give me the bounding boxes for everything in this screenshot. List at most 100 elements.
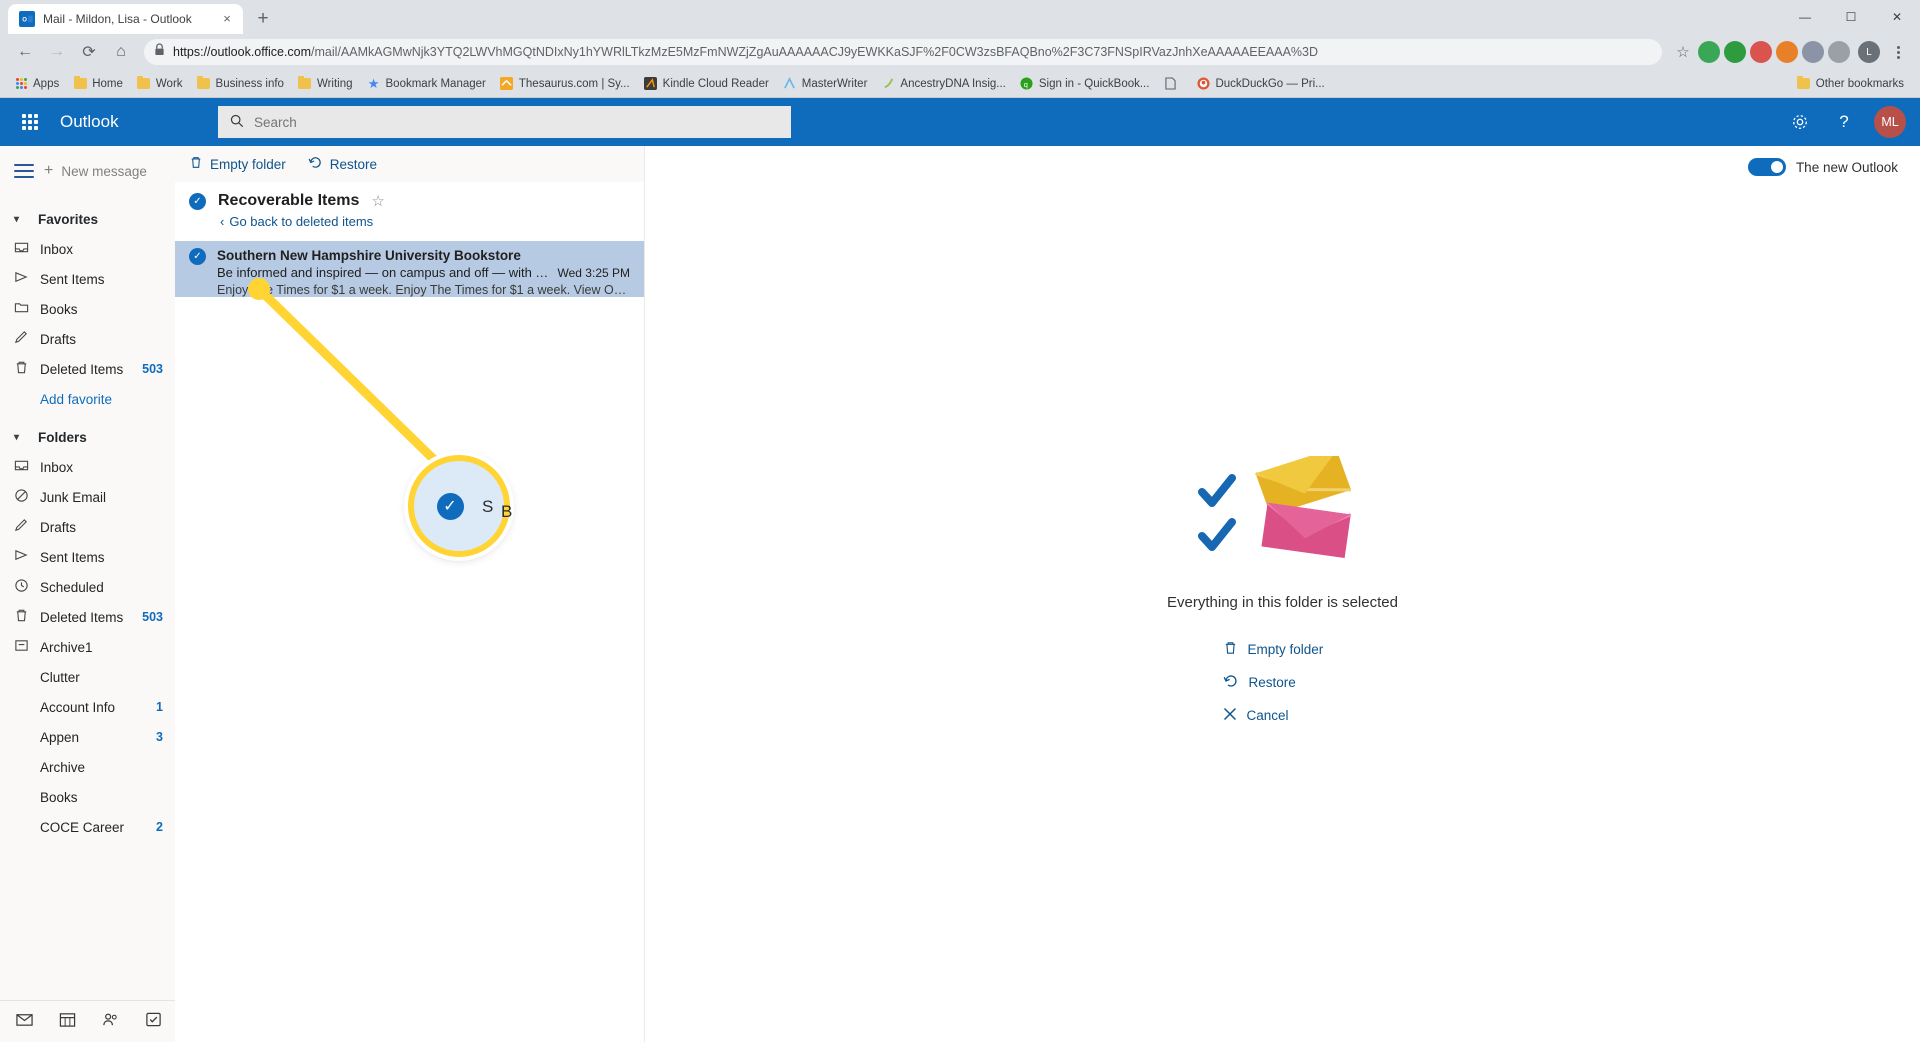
bookmark-kindle[interactable]: Kindle Cloud Reader	[638, 74, 775, 94]
sidebar-item-drafts[interactable]: Drafts	[0, 512, 175, 542]
bookmark-star-icon[interactable]: ☆	[1670, 43, 1696, 61]
bookmarks-bar: Apps Home Work Business info Writing ★ B…	[0, 70, 1920, 98]
sidebar-item-clutter[interactable]: Clutter	[0, 662, 175, 692]
sidebar-item-fav-books[interactable]: Books	[0, 294, 175, 324]
extension-orange-square-icon[interactable]	[1776, 41, 1798, 63]
app-launcher-icon[interactable]	[10, 102, 50, 142]
message-checkbox[interactable]: ✓	[189, 248, 206, 265]
extension-green-dot-icon[interactable]	[1724, 41, 1746, 63]
table-row[interactable]: ✓ Southern New Hampshire University Book…	[175, 241, 644, 297]
extension-grammarly-icon[interactable]	[1802, 41, 1824, 63]
add-favorite-link[interactable]: Add favorite	[0, 384, 175, 414]
url-path: /mail/AAMkAGMwNjk3YTQ2LWVhMGQtNDIxNy1hYW…	[311, 45, 1319, 59]
sidebar-item-archive1[interactable]: Archive1	[0, 632, 175, 662]
browser-menu-icon[interactable]	[1886, 45, 1910, 59]
new-outlook-toggle[interactable]: The new Outlook	[1747, 158, 1898, 176]
bookmark-business-info[interactable]: Business info	[191, 74, 290, 94]
extension-green-circle-icon[interactable]	[1698, 41, 1720, 63]
envelopes-checkmarks-illustration	[1197, 446, 1368, 576]
extension-puzzle-icon[interactable]	[1828, 41, 1850, 63]
sidebar-item-fav-drafts[interactable]: Drafts	[0, 324, 175, 354]
user-avatar[interactable]: ML	[1874, 106, 1906, 138]
toggle-switch[interactable]	[1747, 158, 1786, 176]
bookmark-label: Kindle Cloud Reader	[662, 77, 769, 90]
minimize-button[interactable]: —	[1782, 1, 1828, 33]
bookmark-bookmark-manager[interactable]: ★ Bookmark Manager	[361, 74, 492, 94]
favorites-section-header[interactable]: ▾ Favorites	[0, 204, 175, 234]
toolbar-label: Restore	[329, 156, 378, 172]
sidebar-item-deleted-items[interactable]: Deleted Items 503	[0, 602, 175, 632]
sidebar-item-count: 2	[156, 820, 163, 834]
bookmark-apps[interactable]: Apps	[8, 74, 65, 94]
new-message-button[interactable]: + New message	[44, 162, 147, 180]
hamburger-menu-icon[interactable]	[14, 164, 34, 178]
extension-adblock-icon[interactable]	[1750, 41, 1772, 63]
sidebar-item-archive[interactable]: Archive	[0, 752, 175, 782]
sidebar-item-junk-email[interactable]: Junk Email	[0, 482, 175, 512]
home-icon[interactable]: ⌂	[106, 37, 136, 67]
sidebar-item-inbox[interactable]: Inbox	[0, 452, 175, 482]
mail-icon[interactable]	[16, 1011, 33, 1032]
help-icon[interactable]: ?	[1824, 102, 1864, 142]
trash-icon	[14, 608, 40, 626]
settings-gear-icon[interactable]	[1780, 102, 1820, 142]
forward-arrow-icon[interactable]: →	[42, 37, 72, 67]
close-x-icon	[1223, 707, 1237, 724]
empty-folder-action[interactable]: Empty folder	[1223, 633, 1343, 666]
sidebar-item-sent-items[interactable]: Sent Items	[0, 542, 175, 572]
masterwriter-icon	[783, 77, 797, 91]
maximize-button[interactable]: ☐	[1828, 1, 1874, 33]
select-all-checkbox[interactable]: ✓	[189, 192, 206, 210]
bookmark-quickbooks[interactable]: q Sign in - QuickBook...	[1014, 74, 1156, 94]
page-title: Recoverable Items	[218, 192, 360, 209]
sidebar-item-appen[interactable]: Appen 3	[0, 722, 175, 752]
bookmark-home[interactable]: Home	[67, 74, 129, 94]
bookmark-ancestrydna[interactable]: AncestryDNA Insig...	[875, 74, 1011, 94]
sidebar-item-account-info[interactable]: Account Info 1	[0, 692, 175, 722]
list-header: ✓ Recoverable Items ☆ ‹ Go back to delet…	[175, 182, 644, 241]
sidebar-item-label: Archive	[40, 759, 86, 775]
outlook-header: Outlook ? ML	[0, 98, 1920, 146]
plus-icon: +	[44, 162, 54, 179]
people-icon[interactable]	[102, 1011, 119, 1032]
close-window-button[interactable]: ✕	[1874, 1, 1920, 33]
bookmark-writing[interactable]: Writing	[292, 74, 359, 94]
bookmark-masterwriter[interactable]: MasterWriter	[777, 74, 874, 94]
reload-icon[interactable]: ⟳	[74, 37, 104, 67]
sidebar-item-fav-deleted-items[interactable]: Deleted Items 503	[0, 354, 175, 384]
bookmark-work[interactable]: Work	[131, 74, 189, 94]
other-bookmarks-button[interactable]: Other bookmarks	[1789, 74, 1912, 94]
tasks-icon[interactable]	[145, 1011, 162, 1032]
folders-label: Folders	[38, 429, 87, 445]
folders-section-header[interactable]: ▾ Folders	[0, 422, 175, 452]
sidebar-item-coce-career[interactable]: COCE Career 2	[0, 812, 175, 842]
restore-action[interactable]: Restore	[1223, 666, 1343, 699]
browser-tab[interactable]: O Mail - Mildon, Lisa - Outlook ×	[8, 4, 243, 34]
sidebar-item-scheduled[interactable]: Scheduled	[0, 572, 175, 602]
calendar-icon[interactable]	[59, 1011, 76, 1032]
sidebar-item-fav-inbox[interactable]: Inbox	[0, 234, 175, 264]
empty-folder-button[interactable]: Empty folder	[189, 155, 286, 173]
go-back-link[interactable]: ‹ Go back to deleted items	[220, 214, 373, 229]
star-outline-icon[interactable]: ☆	[371, 192, 384, 210]
sidebar-item-label: Scheduled	[40, 579, 104, 595]
bookmark-label: Home	[92, 77, 123, 90]
sidebar-item-books[interactable]: Books	[0, 782, 175, 812]
address-bar[interactable]: https://outlook.office.com/mail/AAMkAGMw…	[144, 39, 1662, 65]
new-tab-button[interactable]: +	[249, 5, 277, 33]
folder-icon	[14, 300, 40, 318]
search-input[interactable]	[254, 114, 779, 130]
cancel-action[interactable]: Cancel	[1223, 699, 1343, 732]
restore-button[interactable]: Restore	[308, 155, 377, 173]
sidebar-item-count: 1	[156, 700, 163, 714]
sidebar-item-fav-sent-items[interactable]: Sent Items	[0, 264, 175, 294]
other-bookmarks-label: Other bookmarks	[1815, 77, 1904, 90]
bookmark-duckduckgo[interactable]: DuckDuckGo — Pri...	[1190, 74, 1330, 94]
back-arrow-icon[interactable]: ←	[10, 37, 40, 67]
tab-close-icon[interactable]: ×	[219, 11, 235, 27]
bookmark-page[interactable]	[1157, 74, 1188, 94]
browser-profile-avatar[interactable]: L	[1858, 41, 1880, 63]
search-box[interactable]	[218, 106, 791, 138]
bookmark-thesaurus[interactable]: Thesaurus.com | Sy...	[494, 74, 636, 94]
chevron-down-icon: ▾	[14, 213, 20, 225]
